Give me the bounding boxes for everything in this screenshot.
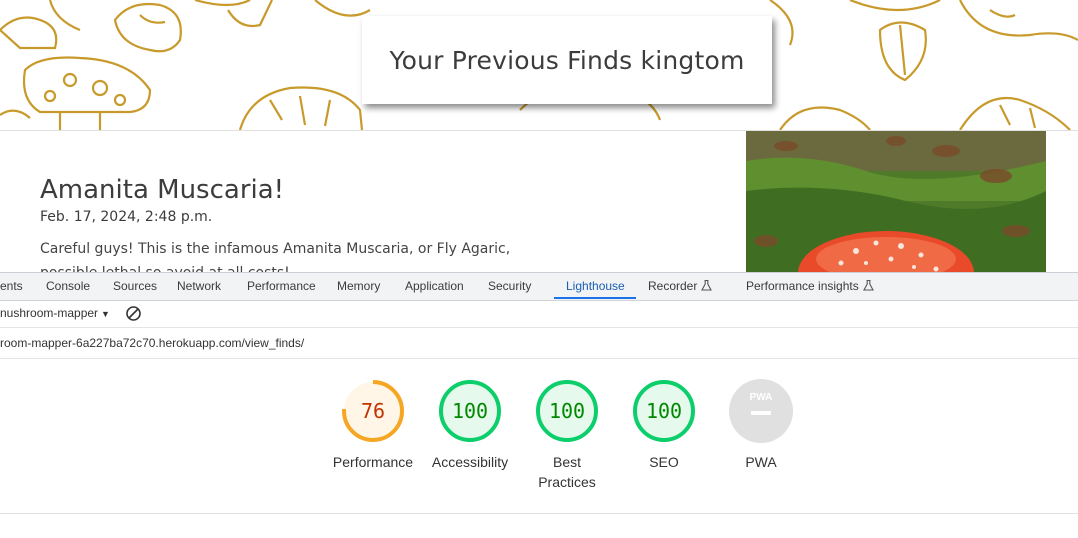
tab-application[interactable]: Application [405,273,464,300]
score-gauge-performance[interactable]: 76 Performance [323,378,423,472]
report-select[interactable]: nushroom-mapper ▼ [0,306,110,320]
tab-recorder-label: Recorder [648,279,698,293]
score-ring: 100 [536,380,598,442]
report-select-value: nushroom-mapper [0,306,99,320]
active-tab-indicator [554,297,636,299]
score-label: Performance [332,454,414,470]
score-label: Best Practices [538,454,596,490]
tab-console[interactable]: Console [46,273,90,300]
tab-lighthouse[interactable]: Lighthouse [566,273,625,300]
audited-url-bar: room-mapper-6a227ba72c70.herokuapp.com/v… [0,328,1078,359]
caret-down-icon: ▼ [101,309,110,319]
lighthouse-toolbar: nushroom-mapper ▼ [0,301,1078,328]
score-value: 100 [549,399,585,423]
hero-banner: Your Previous Finds kingtom [0,0,1078,130]
tab-performance-insights-label: Performance insights [746,279,859,293]
score-gauge-pwa[interactable]: PWA PWA [711,378,811,472]
score-gauge-seo[interactable]: 100 SEO [614,378,714,472]
score-ring: 100 [439,380,501,442]
tab-sources[interactable]: Sources [113,273,157,300]
score-label: PWA [745,454,777,470]
score-ring: 76 [342,380,404,442]
mushroom-photo [746,131,1046,273]
score-label: Accessibility [431,454,509,470]
divider [0,513,1078,514]
tab-memory[interactable]: Memory [337,273,380,300]
tab-network[interactable]: Network [177,273,221,300]
pwa-icon: PWA [729,379,793,443]
page-heading-card: Your Previous Finds kingtom [362,16,772,104]
score-gauge-best-practices[interactable]: 100 Best Practices [517,378,617,492]
tab-recorder[interactable]: Recorder [648,273,713,300]
pwa-not-applicable-mark [751,411,771,415]
tab-performance[interactable]: Performance [247,273,316,300]
audited-url[interactable]: room-mapper-6a227ba72c70.herokuapp.com/v… [0,336,304,350]
clear-icon[interactable] [125,305,142,322]
score-value: 100 [646,399,682,423]
tab-elements[interactable]: ents [0,273,23,300]
flask-icon [862,280,874,291]
devtools-panel: ents Console Sources Network Performance… [0,272,1078,538]
find-description: Careful guys! This is the infamous Amani… [40,241,511,273]
find-date: Feb. 17, 2024, 2:48 p.m. [40,209,213,225]
page-title: Your Previous Finds kingtom [389,45,745,75]
score-value: 100 [452,399,488,423]
score-label: SEO [649,454,679,470]
find-card: Amanita Muscaria! Feb. 17, 2024, 2:48 p.… [0,130,1078,273]
tab-performance-insights[interactable]: Performance insights [746,273,874,300]
pwa-logo-text: PWA [750,392,773,403]
score-value: 76 [361,399,385,423]
tab-security[interactable]: Security [488,273,531,300]
devtools-tab-bar: ents Console Sources Network Performance… [0,273,1078,301]
find-title: Amanita Muscaria! [40,175,285,205]
score-gauge-accessibility[interactable]: 100 Accessibility [420,378,520,472]
score-ring: 100 [633,380,695,442]
flask-icon [701,280,713,291]
